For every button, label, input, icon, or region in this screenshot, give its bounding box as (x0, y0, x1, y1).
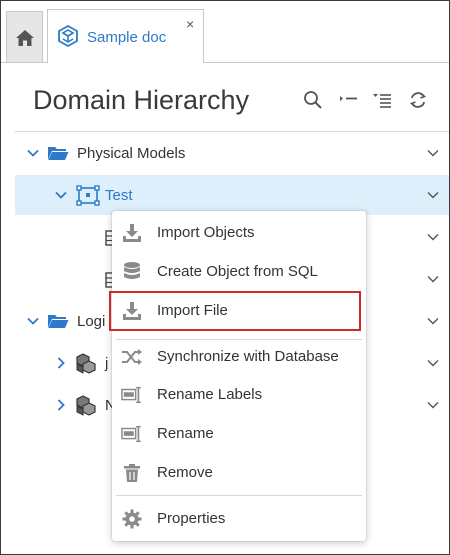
menu-item-import-file[interactable]: Import File (109, 291, 361, 331)
menu-item-remove[interactable]: Remove (112, 455, 366, 491)
tab-divider-gap (48, 62, 203, 63)
menu-item-synchronize-with-database[interactable]: Synchronize with Database (112, 339, 366, 375)
cubes-icon (76, 353, 96, 374)
chevron-down-icon[interactable] (425, 229, 441, 245)
menu-item-label: Create Object from SQL (157, 263, 318, 280)
tree-node-test[interactable]: Test (15, 175, 449, 215)
chevron-down-icon[interactable] (425, 271, 441, 287)
expand-all-button[interactable] (371, 89, 393, 111)
menu-item-rename[interactable]: Rename (112, 416, 366, 452)
search-icon (304, 91, 322, 109)
tab-bar: Sample doc × (1, 1, 449, 63)
menu-item-label: Properties (157, 510, 226, 527)
tab-label: Sample doc (87, 29, 167, 46)
chevron-down-icon[interactable] (425, 313, 441, 329)
chevron-down-icon[interactable] (425, 187, 441, 203)
menu-item-label: Synchronize with Database (157, 348, 339, 365)
refresh-icon (409, 92, 427, 108)
menu-item-label: Remove (157, 464, 213, 481)
collapse-icon (340, 96, 357, 101)
tree-label: Physical Models (77, 145, 186, 162)
menu-item-rename-labels[interactable]: Rename Labels (112, 377, 366, 413)
menu-item-label: Import File (157, 302, 228, 319)
menu-item-label: Rename (157, 425, 214, 442)
menu-item-label: Rename Labels (157, 386, 263, 403)
chevron-down-icon[interactable] (25, 145, 41, 161)
chevron-down-icon[interactable] (425, 145, 441, 161)
chevron-right-icon[interactable] (53, 397, 69, 413)
refresh-button[interactable] (407, 89, 429, 111)
tree-node-physical-models[interactable]: Physical Models (15, 133, 449, 173)
folder-open-icon (48, 315, 69, 328)
trash-icon (121, 462, 143, 484)
search-button[interactable] (302, 89, 324, 111)
tree-label: j (105, 355, 109, 372)
tree-label: Test (105, 187, 133, 204)
model-doc-icon (58, 24, 78, 48)
home-tab[interactable] (6, 11, 43, 63)
import-file-icon (121, 300, 143, 322)
chevron-right-icon[interactable] (53, 355, 69, 371)
import-icon (121, 222, 143, 244)
context-menu: Import Objects Create Object from SQL Im… (109, 211, 366, 541)
cubes-icon (76, 395, 96, 416)
shuffle-icon (121, 346, 143, 368)
header-divider (15, 131, 449, 132)
tab-sample-doc[interactable]: Sample doc × (47, 9, 204, 63)
menu-item-create-object-from-sql[interactable]: Create Object from SQL (112, 254, 366, 290)
menu-item-import-objects[interactable]: Import Objects (112, 215, 366, 251)
rename-labels-icon (121, 384, 143, 406)
menu-item-properties[interactable]: Properties (112, 501, 366, 537)
app-frame: Sample doc × Domain Hierarchy Physical M… (0, 0, 450, 555)
gear-icon (121, 508, 143, 530)
collapse-all-button[interactable] (337, 89, 359, 111)
page-title: Domain Hierarchy (33, 85, 250, 115)
menu-separator (116, 495, 362, 496)
close-icon[interactable]: × (186, 17, 194, 31)
expand-list-icon (373, 94, 391, 108)
chevron-down-icon[interactable] (53, 187, 69, 203)
tree-label: Logi (77, 313, 106, 330)
menu-item-label: Import Objects (157, 224, 255, 241)
chevron-down-icon[interactable] (425, 355, 441, 371)
rename-icon (121, 423, 143, 445)
home-icon (15, 29, 34, 46)
data-source-icon (76, 185, 100, 206)
chevron-down-icon[interactable] (425, 397, 441, 413)
folder-open-icon (48, 147, 69, 160)
chevron-down-icon[interactable] (25, 313, 41, 329)
database-icon (121, 261, 143, 283)
